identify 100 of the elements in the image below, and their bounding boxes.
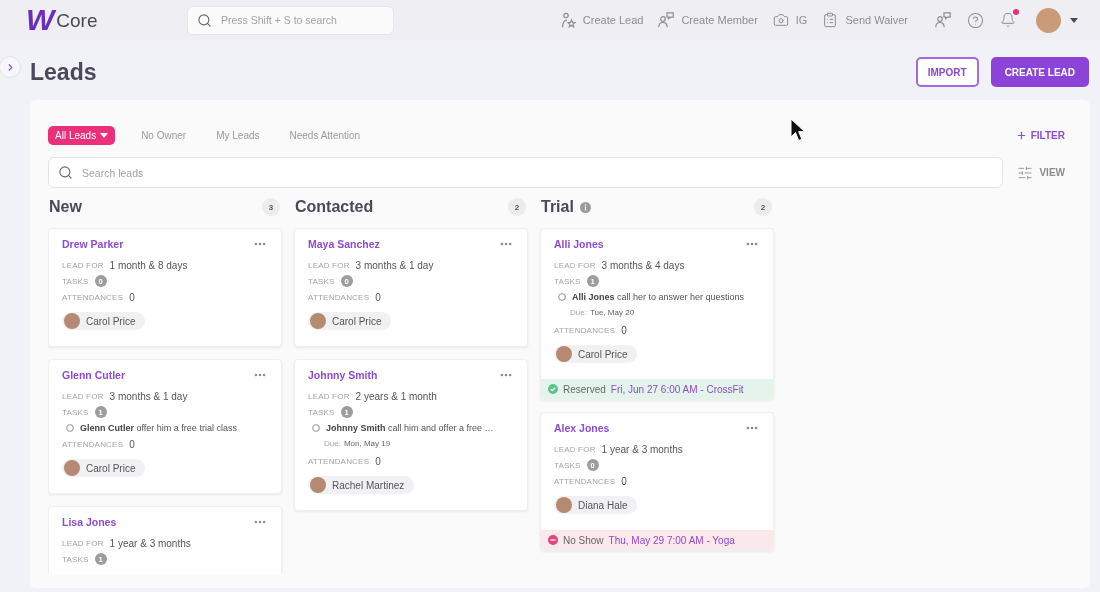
column-title: New [49,198,82,216]
field-label: ATTENDANCES [62,439,124,449]
sliders-icon [1017,164,1034,181]
field-label: TASKS [554,276,581,286]
filter-tab[interactable]: Needs Attention [285,126,365,145]
field-label: LEAD FOR [308,260,350,270]
column-count-badge: 2 [508,198,526,216]
field-label: LEAD FOR [308,391,350,401]
create-lead-button[interactable]: CREATE LEAD [990,57,1089,87]
toolbar-action[interactable]: Create Lead [559,12,644,28]
person-star-icon [559,12,576,28]
lead-duration: 2 years & 1 month [355,390,437,402]
avatar-placeholder [310,313,326,329]
booking-status: No Show [563,534,604,546]
task-text: Glenn Cutler offer him a free trial class [80,422,237,434]
caret-icon[interactable] [1070,17,1078,23]
field-label: ATTENDANCES [554,476,616,486]
task-text: Johnny Smith call him and offer a free … [326,422,494,434]
lead-name[interactable]: Drew Parker [62,238,124,250]
clipboard-icon [822,12,839,28]
task-circle-icon[interactable] [558,293,566,301]
booking-link[interactable]: Thu, May 29 7:00 AM - Yoga [608,534,735,546]
help-icon[interactable] [967,11,984,29]
person-chat-icon[interactable] [935,12,951,28]
minus-circle-icon [548,535,558,545]
sidebar-toggle-button[interactable] [0,56,21,78]
search-field[interactable]: Press Shift + S to search [187,5,394,35]
owner-chip[interactable]: Rachel Martinez [308,476,415,494]
field-label: TASKS [62,407,89,417]
lead-name[interactable]: Maya Sanchez [308,238,380,250]
owner-chip[interactable]: Carol Price [554,345,638,363]
owner-chip[interactable]: Carol Price [308,312,392,330]
view-button[interactable]: VIEW [1017,164,1065,181]
field-label: TASKS [554,460,581,470]
lead-duration: 3 months & 1 day [355,259,434,271]
person-chat-icon [658,12,675,28]
avatar-placeholder [64,460,80,476]
due-date: Tue, May 20 [589,308,635,317]
lead-name[interactable]: Johnny Smith [308,369,378,381]
field-label: LEAD FOR [62,260,104,270]
lead-name[interactable]: Alli Jones [554,238,604,250]
avatar-placeholder [556,346,572,362]
due-label: Due: [570,308,587,317]
search-icon [197,12,212,28]
due-label: Due: [324,439,341,448]
filter-tab[interactable]: My Leads [212,126,264,145]
owner-chip[interactable]: Carol Price [62,459,146,477]
info-icon[interactable] [579,201,591,213]
toolbar-action[interactable]: Send Waiver [822,12,908,28]
column-title: Contacted [295,198,374,216]
avatar-placeholder [64,313,80,329]
attendance-count: 0 [375,291,381,303]
check-circle-icon [548,384,558,394]
mouse-cursor-icon [790,118,806,143]
field-label: LEAD FOR [62,538,104,548]
booking-link[interactable]: Fri, Jun 27 6:00 AM - CrossFit [610,383,744,395]
lead-duration: 1 month & 8 days [109,259,188,271]
camera-icon [772,12,789,28]
field-label: LEAD FOR [554,444,596,454]
due-date: Mon, May 19 [343,439,391,448]
field-label: ATTENDANCES [308,456,370,466]
lead-duration: 1 year & 3 months [601,443,683,455]
owner-chip[interactable]: Carol Price [62,312,146,330]
task-circle-icon[interactable] [312,424,320,432]
filter-tab[interactable]: No Owner [137,126,191,145]
field-label: TASKS [62,276,89,286]
field-label: ATTENDANCES [308,292,370,302]
column-count-badge: 3 [262,198,280,216]
field-label: TASKS [308,407,335,417]
page-title: Leads [30,58,97,86]
import-button[interactable]: IMPORT [915,57,979,87]
attendance-count: 0 [621,475,627,487]
filter-tab[interactable]: All Leads [48,126,116,145]
column-count-badge: 2 [754,198,772,216]
lead-duration: 1 year & 3 months [109,537,191,549]
filter-button[interactable]: FILTER [1015,130,1065,141]
field-label: LEAD FOR [554,260,596,270]
user-avatar-placeholder[interactable] [1036,7,1061,33]
toolbar-action[interactable]: IG [772,12,808,28]
booking-status: Reserved [563,383,606,395]
attendance-count: 0 [129,291,135,303]
column-title: Trial [541,198,574,216]
lead-name[interactable]: Alex Jones [554,422,610,434]
search-field[interactable]: Search leads [48,157,1004,188]
avatar-placeholder [556,497,572,513]
toolbar-action[interactable]: Create Member [658,12,758,28]
field-label: ATTENDANCES [554,325,616,335]
field-label: TASKS [62,554,89,564]
caret-icon [100,133,109,138]
task-circle-icon[interactable] [66,424,74,432]
lead-name[interactable]: Glenn Cutler [62,369,125,381]
field-label: LEAD FOR [62,391,104,401]
plus-icon [1015,130,1027,141]
attendance-count: 0 [375,455,381,467]
lead-name[interactable]: Lisa Jones [62,516,117,528]
field-label: TASKS [308,276,335,286]
bell-icon[interactable] [1000,12,1016,28]
owner-chip[interactable]: Diana Hale [554,496,638,514]
attendance-count: 0 [621,324,627,336]
avatar-placeholder [310,477,326,493]
